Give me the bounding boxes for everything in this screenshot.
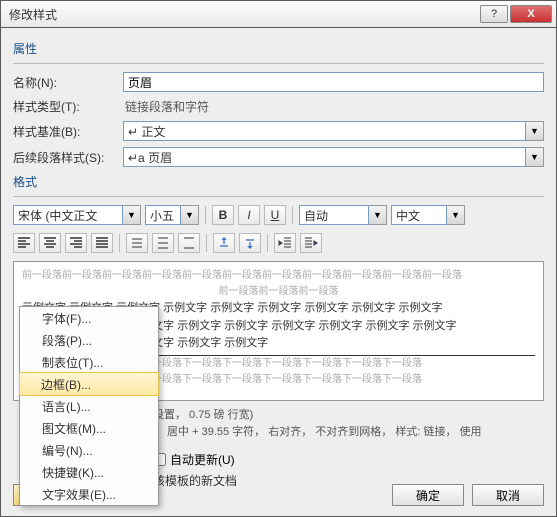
menu-item[interactable]: 段落(P)... xyxy=(20,329,158,351)
align-right-button[interactable] xyxy=(65,233,87,253)
font-toolbar: 宋体 (中文正文 ▼ 小五 ▼ B I U 自动 ▼ 中文 ▼ xyxy=(13,205,544,225)
chevron-down-icon[interactable]: ▼ xyxy=(123,205,141,225)
next-style-combo[interactable]: ↵a 页眉 ▼ xyxy=(123,147,544,167)
font-combo[interactable]: 宋体 (中文正文 ▼ xyxy=(13,205,141,225)
menu-item[interactable]: 编号(N)... xyxy=(20,439,158,461)
line-spacing-15-button[interactable] xyxy=(152,233,174,253)
align-center-button[interactable] xyxy=(39,233,61,253)
separator xyxy=(205,206,206,224)
indent-decrease-button[interactable] xyxy=(274,233,296,253)
chevron-down-icon[interactable]: ▼ xyxy=(369,205,387,225)
section-format: 格式 xyxy=(13,173,544,190)
size-combo[interactable]: 小五 ▼ xyxy=(145,205,199,225)
divider xyxy=(13,196,544,197)
style-base-combo[interactable]: ↵ 正文 ▼ xyxy=(123,121,544,141)
window-title: 修改样式 xyxy=(5,6,478,23)
indent-increase-button[interactable] xyxy=(300,233,322,253)
align-left-button[interactable] xyxy=(13,233,35,253)
chevron-down-icon[interactable]: ▼ xyxy=(526,121,544,141)
label-style-type: 样式类型(T): xyxy=(13,98,123,115)
help-button[interactable]: ? xyxy=(480,5,508,23)
menu-item[interactable]: 快捷键(K)... xyxy=(20,461,158,483)
menu-item[interactable]: 文字效果(E)... xyxy=(20,483,158,505)
chevron-down-icon[interactable]: ▼ xyxy=(447,205,465,225)
separator xyxy=(206,234,207,252)
section-properties: 属性 xyxy=(13,40,544,57)
italic-button[interactable]: I xyxy=(238,205,260,225)
ok-button[interactable]: 确定 xyxy=(392,484,464,506)
dialog-body: 属性 名称(N): 样式类型(T): 链接段落和字符 样式基准(B): ↵ 正文… xyxy=(0,28,557,517)
underline-button[interactable]: U xyxy=(264,205,286,225)
paragraph-toolbar xyxy=(13,233,544,253)
line-spacing-1-button[interactable] xyxy=(126,233,148,253)
chevron-down-icon[interactable]: ▼ xyxy=(526,147,544,167)
format-dropdown-menu: 字体(F)...段落(P)...制表位(T)...边框(B)...语言(L)..… xyxy=(19,306,159,506)
space-before-inc-button[interactable] xyxy=(213,233,235,253)
divider xyxy=(13,63,544,64)
label-style-base: 样式基准(B): xyxy=(13,123,123,140)
menu-item[interactable]: 制表位(T)... xyxy=(20,351,158,373)
lang-combo[interactable]: 中文 ▼ xyxy=(391,205,465,225)
menu-item[interactable]: 图文框(M)... xyxy=(20,417,158,439)
separator xyxy=(119,234,120,252)
bold-button[interactable]: B xyxy=(212,205,234,225)
close-button[interactable]: X xyxy=(510,5,552,23)
name-input[interactable] xyxy=(123,72,544,92)
cancel-button[interactable]: 取消 xyxy=(472,484,544,506)
auto-update-label: 自动更新(U) xyxy=(170,451,235,468)
menu-item[interactable]: 语言(L)... xyxy=(20,395,158,417)
label-name: 名称(N): xyxy=(13,74,123,91)
space-before-dec-button[interactable] xyxy=(239,233,261,253)
title-bar: 修改样式 ? X xyxy=(0,0,557,28)
separator xyxy=(267,234,268,252)
line-spacing-2-button[interactable] xyxy=(178,233,200,253)
chevron-down-icon[interactable]: ▼ xyxy=(181,205,199,225)
menu-item[interactable]: 边框(B)... xyxy=(19,372,159,396)
align-justify-button[interactable] xyxy=(91,233,113,253)
style-type-value: 链接段落和字符 xyxy=(123,98,544,115)
label-next-style: 后续段落样式(S): xyxy=(13,149,123,166)
menu-item[interactable]: 字体(F)... xyxy=(20,307,158,329)
color-combo[interactable]: 自动 ▼ xyxy=(299,205,387,225)
separator xyxy=(292,206,293,224)
